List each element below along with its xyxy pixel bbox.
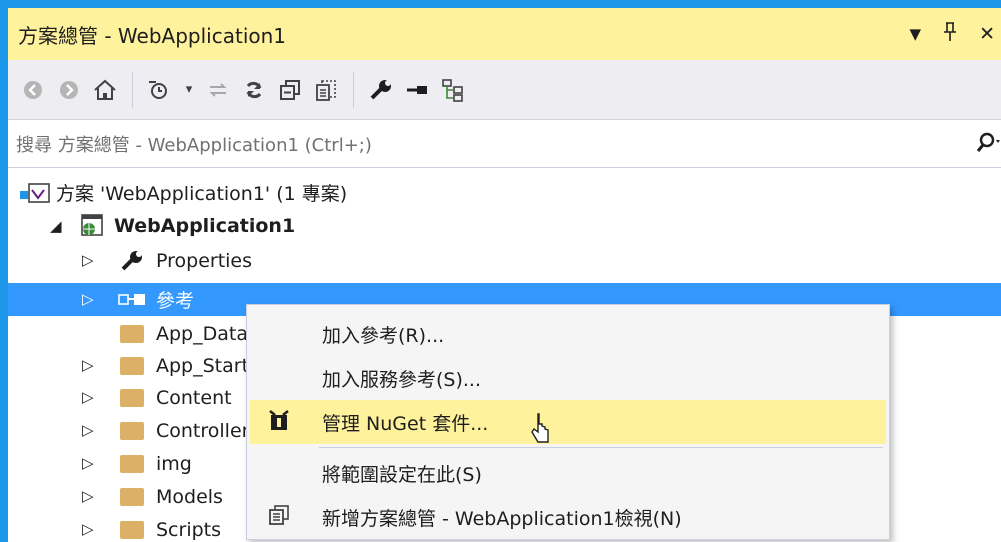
folder-icon (120, 325, 144, 343)
forward-icon[interactable] (56, 75, 82, 105)
tree-item-label: img (156, 452, 192, 475)
collapsed-arrow-icon[interactable]: ▷ (82, 454, 94, 472)
view-class-diagram-icon[interactable] (440, 75, 466, 105)
tree-item-label: App_Data (156, 322, 248, 345)
menu-item-scope-to-this[interactable]: 將範圍設定在此(S) (250, 451, 886, 495)
collapsed-arrow-icon[interactable]: ▷ (82, 251, 94, 269)
window-title: 方案總管 - WebApplication1 (18, 23, 287, 48)
folder-icon (120, 422, 144, 440)
dropdown-icon[interactable]: ▼ (910, 25, 922, 43)
context-menu: 加入參考(R)... 加入服務參考(S)... 管理 NuGet 套件... 將… (246, 304, 890, 540)
menu-item-label: 管理 NuGet 套件... (322, 412, 489, 435)
menu-item-new-solution-explorer-view[interactable]: 新增方案總管 - WebApplication1檢視(N) (250, 495, 886, 539)
tree-row-project[interactable]: ◢ WebApplication1 (8, 209, 1001, 242)
menu-item-add-reference[interactable]: 加入參考(R)... (250, 312, 886, 356)
properties-wrench-icon[interactable] (368, 75, 394, 105)
menu-item-add-service-reference[interactable]: 加入服務參考(S)... (250, 356, 886, 400)
nuget-package-icon (264, 409, 294, 436)
preview-selected-icon[interactable] (404, 75, 430, 105)
search-input[interactable]: 搜尋 方案總管 - WebApplication1 (Ctrl+;) (16, 131, 372, 157)
search-icon[interactable] (975, 132, 1001, 159)
tree-row-solution[interactable]: 方案 'WebApplication1' (1 專案) (8, 176, 1001, 209)
collapsed-arrow-icon[interactable]: ▷ (82, 487, 94, 505)
search-bar[interactable]: 搜尋 方案總管 - WebApplication1 (Ctrl+;) (8, 120, 1001, 168)
solution-explorer-panel: 方案總管 - WebApplication1 ▼ ✕ ▾ 搜尋 方案總管 - W… (8, 8, 1001, 542)
project-label: WebApplication1 (114, 214, 296, 237)
pin-icon[interactable] (943, 21, 957, 47)
collapsed-arrow-icon[interactable]: ▷ (82, 421, 94, 439)
sync-icon[interactable] (205, 75, 231, 105)
toolbar-separator (132, 71, 133, 108)
collapse-all-icon[interactable] (277, 75, 303, 105)
menu-item-label: 新增方案總管 - WebApplication1檢視(N) (322, 507, 682, 530)
home-icon[interactable] (92, 75, 118, 105)
references-icon (118, 292, 146, 308)
tree-row-properties[interactable]: ▷ Properties (8, 244, 1001, 277)
collapsed-arrow-icon[interactable]: ▷ (82, 356, 94, 374)
title-bar: 方案總管 - WebApplication1 ▼ ✕ (8, 8, 1001, 60)
show-all-files-icon[interactable] (313, 75, 339, 105)
web-project-icon (78, 214, 106, 238)
pending-changes-icon[interactable] (147, 75, 173, 105)
folder-icon (120, 521, 144, 539)
solution-icon (20, 182, 50, 204)
chevron-down-icon[interactable]: ▾ (183, 75, 195, 105)
toolbar: ▾ (8, 60, 1001, 120)
menu-item-label: 加入服務參考(S)... (322, 368, 482, 391)
window-controls: ▼ ✕ (910, 8, 1001, 60)
tree-item-label: Scripts (156, 518, 222, 541)
collapsed-arrow-icon[interactable]: ▷ (82, 520, 94, 538)
tree-item-label: Controllers (156, 419, 260, 442)
folder-icon (120, 357, 144, 375)
close-icon[interactable]: ✕ (979, 23, 995, 45)
new-view-icon (264, 504, 294, 531)
menu-item-manage-nuget[interactable]: 管理 NuGet 套件... (250, 400, 886, 444)
menu-separator (319, 447, 883, 448)
folder-icon (120, 455, 144, 473)
collapsed-arrow-icon[interactable]: ▷ (82, 290, 94, 308)
tree-item-label: App_Start (156, 354, 250, 377)
expanded-arrow-icon[interactable]: ◢ (50, 217, 62, 235)
refresh-icon[interactable] (241, 75, 267, 105)
solution-label: 方案 'WebApplication1' (1 專案) (56, 183, 348, 205)
back-icon[interactable] (20, 75, 46, 105)
tree-item-label: 參考 (156, 290, 195, 312)
menu-item-label: 將範圍設定在此(S) (322, 463, 482, 486)
menu-item-label: 加入參考(R)... (322, 324, 445, 347)
folder-icon (120, 488, 144, 506)
wrench-icon (120, 250, 144, 272)
tree-item-label: Models (156, 485, 223, 508)
folder-icon (120, 389, 144, 407)
collapsed-arrow-icon[interactable]: ▷ (82, 388, 94, 406)
tree-item-label: Properties (156, 249, 253, 272)
toolbar-separator (353, 71, 354, 108)
mouse-cursor-icon (531, 413, 549, 443)
tree-item-label: Content (156, 386, 232, 409)
